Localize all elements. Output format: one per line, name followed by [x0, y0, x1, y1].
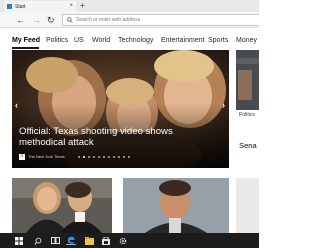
carousel-dot[interactable] — [98, 156, 100, 158]
side-story-card[interactable]: Politics Sena ng deal — [236, 50, 259, 168]
tab-money[interactable]: Money — [236, 37, 257, 44]
carousel-dot[interactable] — [128, 156, 130, 158]
active-tab-underline — [12, 47, 39, 49]
store-icon[interactable] — [101, 236, 111, 245]
address-placeholder: Search or enter web address — [76, 17, 141, 23]
story-card-man[interactable] — [123, 178, 229, 233]
address-input[interactable]: Search or enter web address — [62, 14, 259, 26]
refresh-icon[interactable]: ↻ — [47, 15, 55, 25]
category-nav: My Feed Politics US World Technology Ent… — [0, 33, 259, 50]
hero-source: The New York Times — [28, 154, 65, 159]
carousel-dot[interactable] — [118, 156, 120, 158]
story-card-couple[interactable] — [12, 178, 112, 233]
search-icon — [67, 17, 73, 23]
hero-prev-button[interactable]: ‹ — [15, 100, 18, 110]
carousel-dot[interactable] — [93, 156, 95, 158]
taskbar — [0, 233, 259, 248]
carousel-dot[interactable] — [83, 156, 85, 158]
windows-logo-icon[interactable] — [14, 236, 24, 245]
close-icon[interactable]: × — [69, 3, 73, 9]
story-card-partial[interactable] — [236, 178, 259, 233]
carousel-dot[interactable] — [88, 156, 90, 158]
tab-politics[interactable]: Politics — [46, 37, 68, 44]
man-photo — [123, 178, 229, 233]
arrow-left-icon[interactable]: ← — [16, 15, 25, 25]
hero-next-button[interactable]: › — [222, 100, 225, 110]
carousel-dot[interactable] — [113, 156, 115, 158]
carousel-dot[interactable] — [78, 156, 80, 158]
carousel-dot[interactable] — [123, 156, 125, 158]
tab-world[interactable]: World — [92, 37, 110, 44]
hero-photo — [12, 50, 229, 168]
tab-my-feed[interactable]: My Feed — [12, 37, 40, 44]
side-headline-line: Sena — [239, 141, 257, 150]
hero-headline[interactable]: Official: Texas shooting video shows met… — [19, 126, 199, 148]
side-story-category: Politics — [239, 112, 255, 118]
start-favicon-icon — [7, 4, 12, 9]
couple-photo — [12, 178, 112, 233]
settings-icon[interactable] — [118, 236, 128, 245]
tab-technology[interactable]: Technology — [118, 37, 153, 44]
carousel-dot[interactable] — [108, 156, 110, 158]
tab-title: Start — [15, 3, 26, 10]
tab-bar: Start × + — [0, 0, 259, 12]
task-view-icon[interactable] — [50, 236, 60, 245]
carousel-dots — [78, 156, 130, 158]
hero-story-card[interactable]: ‹ › Official: Texas shooting video shows… — [12, 50, 229, 168]
tab-sports[interactable]: Sports — [208, 37, 228, 44]
search-icon[interactable] — [33, 236, 43, 245]
side-story-photo — [236, 50, 259, 110]
tab-entertainment[interactable]: Entertainment — [161, 37, 205, 44]
file-explorer-icon[interactable] — [84, 236, 94, 245]
carousel-dot[interactable] — [103, 156, 105, 158]
arrow-right-icon[interactable]: → — [32, 15, 41, 25]
source-logo-icon: T — [19, 154, 25, 160]
plus-icon[interactable]: + — [80, 1, 85, 11]
edge-icon[interactable] — [66, 236, 76, 245]
address-bar: ← → ↻ Search or enter web address — [0, 12, 259, 28]
side-story-headline[interactable]: Sena ng deal — [239, 121, 259, 168]
tab-start[interactable]: Start × — [4, 1, 76, 12]
tab-us[interactable]: US — [74, 37, 84, 44]
